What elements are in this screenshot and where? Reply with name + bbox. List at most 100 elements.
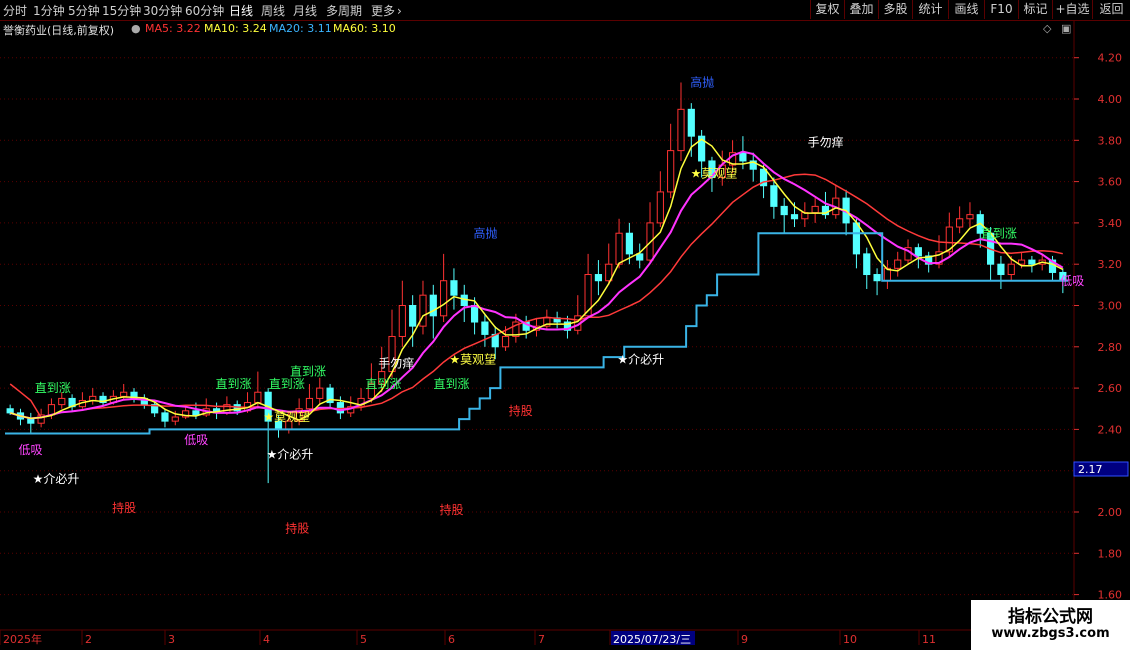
period-tab-60min[interactable]: 60分钟: [185, 2, 224, 19]
ma10-label: MA10: 3.24: [204, 22, 267, 35]
candle-body: [481, 321, 489, 335]
period-tab-weekly[interactable]: 周线: [261, 2, 285, 19]
candle-body: [894, 259, 902, 269]
watermark-title: 指标公式网: [1008, 607, 1093, 627]
time-tick-label: 5: [360, 633, 367, 646]
multi-stock-button[interactable]: 多股: [878, 0, 912, 19]
candle-body: [625, 232, 633, 255]
period-tab-1min[interactable]: 1分钟: [33, 2, 65, 19]
panel-icon[interactable]: ▣: [1061, 22, 1071, 35]
period-tab-30min[interactable]: 30分钟: [143, 2, 182, 19]
adjust-button[interactable]: 复权: [810, 0, 844, 19]
candle-body: [336, 402, 345, 414]
signal-label: ★介必升: [617, 352, 664, 366]
period-tab-15min[interactable]: 15分钟: [102, 2, 141, 19]
candle-body: [398, 305, 406, 337]
candle-body: [770, 185, 778, 207]
period-tab-daily[interactable]: 日线: [229, 2, 253, 19]
signal-label: 持股: [285, 521, 309, 536]
signal-label: 持股: [509, 403, 533, 418]
price-tick-label: 1.80: [1098, 547, 1123, 560]
time-tick-label: 7: [538, 633, 545, 646]
ma10-line: [9, 150, 1064, 420]
candle-body: [997, 263, 1005, 276]
time-tick-label: 2: [85, 633, 92, 646]
back-button[interactable]: 返回: [1092, 0, 1130, 19]
signal-label: 高抛: [473, 225, 497, 240]
period-tab-5min[interactable]: 5分钟: [68, 2, 100, 19]
candle-body: [305, 397, 314, 410]
signal-label: 直到涨: [365, 376, 401, 391]
price-tick-label: 3.20: [1098, 258, 1123, 271]
signal-label: 手勿痒: [378, 355, 414, 370]
price-tick-label: 2.00: [1098, 506, 1123, 519]
candle-body: [863, 253, 871, 276]
candle-body: [316, 387, 324, 399]
candle-body: [739, 152, 747, 162]
candle-body: [656, 191, 664, 224]
signal-label: ★莫观望: [263, 410, 310, 424]
time-tick-label: 3: [168, 633, 175, 646]
candle-body: [594, 274, 603, 282]
candle-body: [440, 280, 448, 317]
candle-body: [6, 408, 14, 414]
watermark-url: www.zbgs3.com: [991, 626, 1110, 641]
signal-label: ★介必升: [267, 447, 314, 461]
signal-label: ★莫观望: [691, 167, 738, 181]
period-tab-monthly[interactable]: 月线: [293, 2, 317, 19]
candle-body: [677, 108, 685, 152]
candle-body: [429, 294, 437, 317]
statistics-button[interactable]: 统计: [912, 0, 948, 19]
add-watchlist-button[interactable]: +自选: [1052, 0, 1092, 19]
candle-body: [1028, 259, 1036, 265]
signal-label: 高抛: [690, 75, 714, 90]
mark-button[interactable]: 标记: [1018, 0, 1052, 19]
signal-label: 低吸: [1060, 274, 1084, 288]
price-tick-label: 2.40: [1098, 423, 1123, 436]
signal-label: 直到涨: [215, 376, 251, 391]
price-tick-label: 3.00: [1098, 300, 1123, 313]
time-tick-label: 2025年: [3, 632, 42, 646]
chevron-right-icon: ›: [397, 4, 402, 18]
price-tick-label: 4.20: [1098, 52, 1123, 65]
candle-body: [790, 214, 799, 220]
price-tick-label: 4.00: [1098, 93, 1123, 106]
f10-button[interactable]: F10: [984, 0, 1018, 19]
candle-body: [58, 397, 66, 406]
candle-body: [956, 218, 964, 228]
candle-body: [615, 232, 623, 265]
candle-body: [27, 418, 35, 424]
price-tick-label: 2.80: [1098, 341, 1123, 354]
price-tick-label: 3.60: [1098, 176, 1123, 189]
more-label: 更多: [371, 4, 396, 18]
diamond-icon[interactable]: ◇: [1043, 22, 1051, 35]
candle-body: [636, 253, 644, 261]
period-tab-multi[interactable]: 多周期: [326, 2, 362, 19]
watermark-logo: 指标公式网 www.zbgs3.com: [971, 600, 1130, 650]
time-tick-label: 10: [843, 633, 857, 646]
candle-body: [1007, 263, 1015, 276]
ma5-label: MA5: 3.22: [145, 22, 201, 35]
candlestick-chart[interactable]: 4.20 4.00 3.80 3.60 3.40 3.20 3.00 2.80 2.60 2.40…: [0, 0, 1130, 650]
candle-body: [171, 416, 179, 422]
signal-label: 直到涨: [290, 364, 326, 379]
candle-body: [780, 205, 788, 216]
draw-line-button[interactable]: 画线: [948, 0, 984, 19]
ma20-label: MA20: 3.11: [269, 22, 332, 35]
time-tick-label: 6: [448, 633, 455, 646]
signal-label: 直到涨: [981, 225, 1017, 240]
period-tab-intraday[interactable]: 分时: [3, 2, 27, 19]
period-tab-more[interactable]: 更多 ›: [371, 2, 402, 19]
signal-label: 低吸: [18, 443, 42, 457]
candle-body: [811, 205, 819, 214]
candle-body: [409, 305, 417, 327]
candle-body: [161, 412, 169, 422]
stock-title: 誉衡药业(日线,前复权): [3, 24, 115, 37]
signal-label: 低吸: [184, 433, 208, 447]
candle-body: [450, 280, 458, 296]
overlay-button[interactable]: 叠加: [844, 0, 878, 19]
candle-body: [852, 222, 861, 255]
dropdown-icon[interactable]: ●: [131, 22, 141, 35]
signal-label: 直到涨: [433, 376, 469, 391]
period-toolbar: 分时 1分钟 5分钟 15分钟 30分钟 60分钟 日线 周线 月线 多周期 更…: [0, 0, 1130, 21]
